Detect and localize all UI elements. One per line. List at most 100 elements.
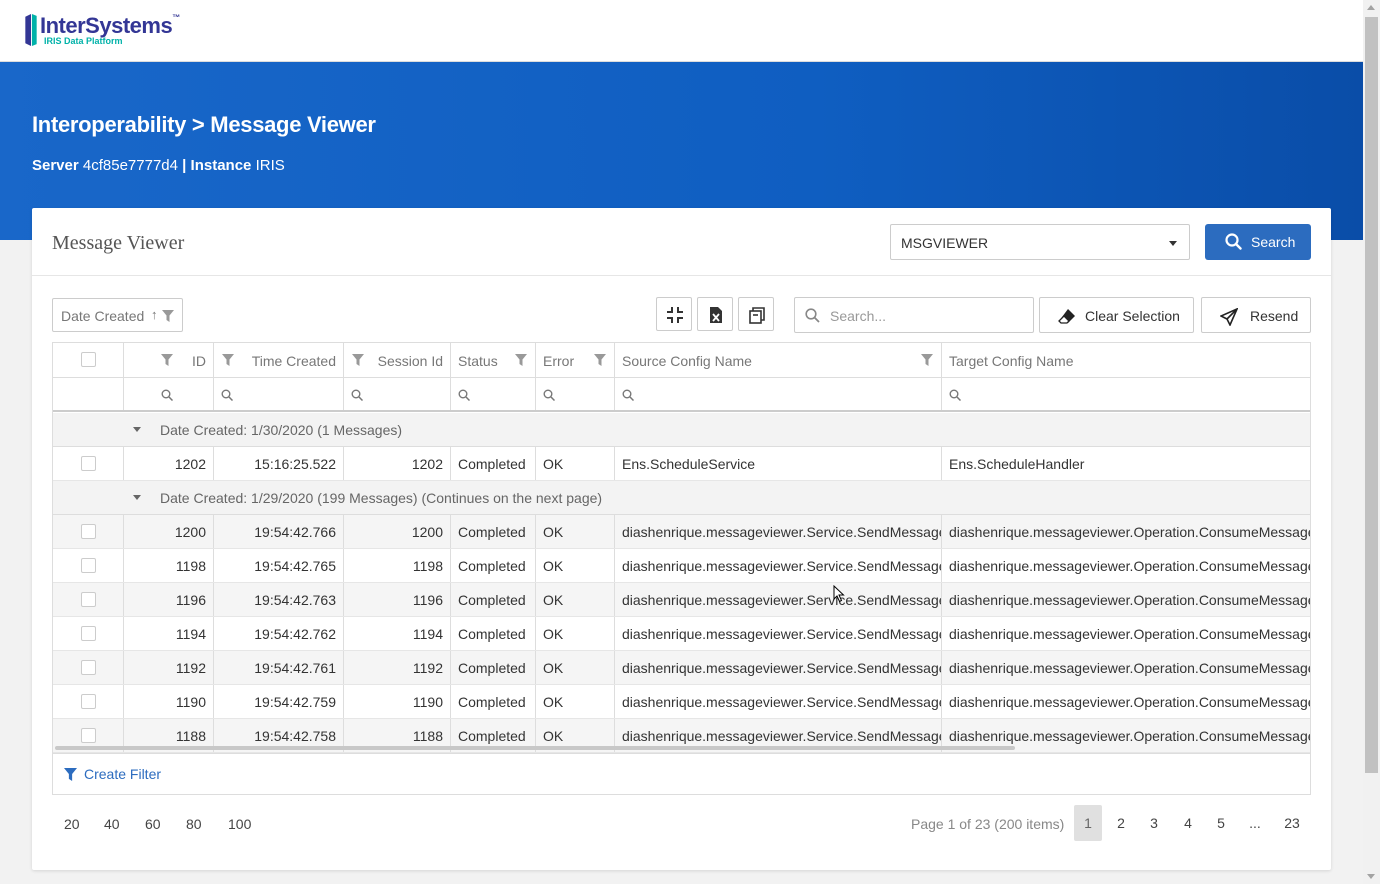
group-row[interactable]: Date Created: 1/29/2020 (199 Messages) (… bbox=[53, 481, 1310, 515]
page-button-23[interactable]: 23 bbox=[1278, 805, 1306, 841]
page-scrollbar[interactable] bbox=[1363, 0, 1380, 884]
header-source-config[interactable]: Source Config Name bbox=[615, 343, 942, 377]
filter-icon[interactable] bbox=[352, 354, 364, 366]
page-scrollbar-thumb[interactable] bbox=[1365, 17, 1378, 773]
table-row[interactable]: 1194 19:54:42.762 1194 Completed OK diashenri… bbox=[53, 617, 1310, 651]
filter-icon[interactable] bbox=[921, 354, 933, 366]
cell-source-config: diashenrique.messageviewer.Service.SendM… bbox=[615, 549, 942, 582]
filter-cell-status[interactable] bbox=[451, 378, 536, 410]
group-sort-chip[interactable]: Date Created ↑ bbox=[52, 298, 183, 332]
page-button-2[interactable]: 2 bbox=[1107, 805, 1135, 841]
row-checkbox[interactable] bbox=[81, 524, 96, 539]
cell-id-value: 1198 bbox=[175, 558, 206, 574]
group-row[interactable]: Date Created: 1/30/2020 (1 Messages) bbox=[53, 413, 1310, 447]
row-checkbox[interactable] bbox=[81, 592, 96, 607]
table-row[interactable]: 1196 19:54:42.763 1196 Completed OK diashenri… bbox=[53, 583, 1311, 617]
row-checkbox[interactable] bbox=[81, 558, 96, 573]
header-id[interactable]: ID bbox=[124, 343, 214, 377]
instance-label: Instance bbox=[190, 157, 252, 174]
top-header: InterSystems™ IRIS Data Platform bbox=[0, 0, 1363, 62]
page-size-60[interactable]: 60 bbox=[145, 816, 161, 832]
page-button-4[interactable]: 4 bbox=[1174, 805, 1202, 841]
grid-search-input[interactable]: Search... bbox=[794, 297, 1034, 333]
scroll-down-arrow-icon[interactable] bbox=[1367, 874, 1375, 879]
header-source-config-label: Source Config Name bbox=[622, 353, 752, 369]
header-error[interactable]: Error bbox=[536, 343, 615, 377]
resend-button[interactable]: Resend bbox=[1201, 297, 1311, 333]
filter-icon[interactable] bbox=[222, 354, 234, 366]
export-excel-button[interactable] bbox=[697, 297, 733, 331]
table-row[interactable]: 1200 19:54:42.766 1200 Completed OK diashenri… bbox=[53, 515, 1310, 549]
cell-session-id-value: 1190 bbox=[412, 694, 443, 710]
header-session-id[interactable]: Session Id bbox=[344, 343, 451, 377]
row-checkbox[interactable] bbox=[81, 694, 96, 709]
collapse-groups-button[interactable] bbox=[656, 297, 692, 331]
scroll-up-arrow-icon[interactable] bbox=[1367, 5, 1375, 10]
filter-icon[interactable] bbox=[594, 354, 606, 366]
cell-time-created: 19:54:42.763 bbox=[214, 583, 344, 616]
filter-cell-source[interactable] bbox=[615, 378, 942, 410]
cell-error-value: OK bbox=[543, 660, 564, 676]
cell-target-config-value: diashenrique.messageviewer.Operation.Con… bbox=[949, 592, 1311, 608]
cell-time-created: 19:54:42.765 bbox=[214, 549, 344, 582]
table-row[interactable]: 1202 15:16:25.522 1202 Completed OK Ens.Sched… bbox=[53, 447, 1310, 481]
header-status[interactable]: Status bbox=[451, 343, 536, 377]
clear-selection-button[interactable]: Clear Selection bbox=[1039, 297, 1194, 333]
header-target-config-label: Target Config Name bbox=[949, 353, 1074, 369]
cell-session-id-value: 1200 bbox=[411, 524, 443, 540]
page-size-40[interactable]: 40 bbox=[104, 816, 120, 832]
page-button-3[interactable]: 3 bbox=[1140, 805, 1168, 841]
group-collapse-icon[interactable] bbox=[133, 495, 141, 500]
cell-session-id: 1198 bbox=[344, 549, 451, 582]
cell-time-created-value: 19:54:42.765 bbox=[254, 558, 336, 574]
cell-select bbox=[53, 583, 124, 616]
search-button[interactable]: Search bbox=[1205, 224, 1311, 260]
page-size-80[interactable]: 80 bbox=[186, 816, 202, 832]
column-chooser-button[interactable] bbox=[738, 297, 774, 331]
page-button-1[interactable]: 1 bbox=[1074, 805, 1102, 841]
filter-icon[interactable] bbox=[162, 310, 174, 322]
cell-status: Completed bbox=[451, 549, 536, 582]
card-title: Message Viewer bbox=[52, 232, 185, 254]
row-checkbox[interactable] bbox=[81, 456, 96, 471]
cell-session-id: 1192 bbox=[344, 651, 451, 684]
filter-icon[interactable] bbox=[515, 354, 527, 366]
row-checkbox[interactable] bbox=[81, 626, 96, 641]
row-checkbox[interactable] bbox=[81, 660, 96, 675]
header-target-config[interactable]: Target Config Name bbox=[942, 343, 1310, 377]
table-row[interactable]: 1192 19:54:42.761 1192 Completed OK diashenri… bbox=[53, 651, 1310, 685]
create-filter-link[interactable]: Create Filter bbox=[84, 766, 161, 782]
mouse-cursor-icon bbox=[833, 585, 845, 603]
intersystems-logo[interactable]: InterSystems™ IRIS Data Platform bbox=[24, 12, 184, 52]
filter-cell-time[interactable] bbox=[214, 378, 344, 410]
horizontal-scrollbar[interactable] bbox=[55, 746, 1015, 750]
cell-source-config-value: diashenrique.messageviewer.Service.SendM… bbox=[622, 660, 942, 676]
cell-session-id: 1190 bbox=[344, 685, 451, 718]
header-time-created[interactable]: Time Created bbox=[214, 343, 344, 377]
cell-target-config: diashenrique.messageviewer.Operation.Con… bbox=[942, 549, 1310, 582]
cell-id: 1198 bbox=[124, 549, 214, 582]
select-all-checkbox[interactable] bbox=[81, 352, 96, 367]
filter-cell-id[interactable] bbox=[124, 378, 214, 410]
filter-cell-error[interactable] bbox=[536, 378, 615, 410]
saved-search-select[interactable]: MSGVIEWER bbox=[890, 224, 1190, 260]
filter-cell-session[interactable] bbox=[344, 378, 451, 410]
row-checkbox[interactable] bbox=[81, 728, 96, 743]
table-row[interactable]: 1198 19:54:42.765 1198 Completed OK diashenri… bbox=[53, 549, 1310, 583]
table-row[interactable]: 1190 19:54:42.759 1190 Completed OK diashenri… bbox=[53, 685, 1310, 719]
group-label: Date Created: 1/30/2020 (1 Messages) bbox=[160, 422, 403, 438]
header-id-label: ID bbox=[192, 353, 206, 369]
page-button-5[interactable]: 5 bbox=[1207, 805, 1235, 841]
filter-icon[interactable] bbox=[161, 354, 173, 366]
cell-error: OK bbox=[536, 515, 615, 548]
group-collapse-icon[interactable] bbox=[133, 427, 141, 432]
cell-source-config: diashenrique.messageviewer.Service.SendM… bbox=[615, 651, 942, 684]
cell-target-config: diashenrique.messageviewer.Operation.Con… bbox=[942, 515, 1310, 548]
cell-source-config-value: Ens.ScheduleService bbox=[622, 456, 756, 472]
search-icon bbox=[161, 389, 173, 401]
page-size-100[interactable]: 100 bbox=[228, 816, 251, 832]
cell-id-value: 1196 bbox=[175, 592, 206, 608]
page-size-20[interactable]: 20 bbox=[64, 816, 80, 832]
cell-id-value: 1192 bbox=[175, 660, 206, 676]
filter-cell-target[interactable] bbox=[942, 378, 1310, 410]
